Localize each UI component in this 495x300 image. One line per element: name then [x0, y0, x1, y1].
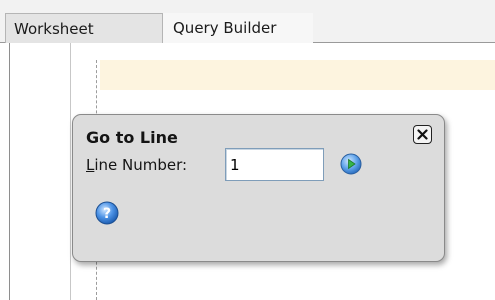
dialog-title: Go to Line — [86, 128, 178, 147]
tab-worksheet-label: Worksheet — [14, 20, 94, 38]
help-icon: ? — [95, 201, 119, 225]
line-number-label-text: ine Number: — [94, 156, 188, 174]
close-button[interactable] — [413, 125, 432, 144]
close-icon — [417, 129, 428, 140]
play-icon — [340, 153, 362, 175]
help-button[interactable]: ? — [95, 201, 119, 225]
line-number-input[interactable] — [225, 148, 324, 181]
tab-query-builder[interactable]: Query Builder — [163, 13, 313, 43]
line-number-label: Line Number: — [86, 154, 187, 176]
tab-bar: Worksheet Query Builder — [0, 0, 495, 43]
go-to-line-dialog: Go to Line Line Number: 1 ? — [72, 114, 445, 262]
go-button[interactable] — [340, 153, 362, 175]
current-line-highlight — [100, 60, 495, 90]
editor-left-border — [9, 43, 10, 300]
svg-text:?: ? — [103, 206, 111, 222]
tab-query-builder-label: Query Builder — [173, 19, 277, 37]
tab-worksheet[interactable]: Worksheet — [5, 13, 163, 43]
gutter-separator — [70, 43, 71, 300]
